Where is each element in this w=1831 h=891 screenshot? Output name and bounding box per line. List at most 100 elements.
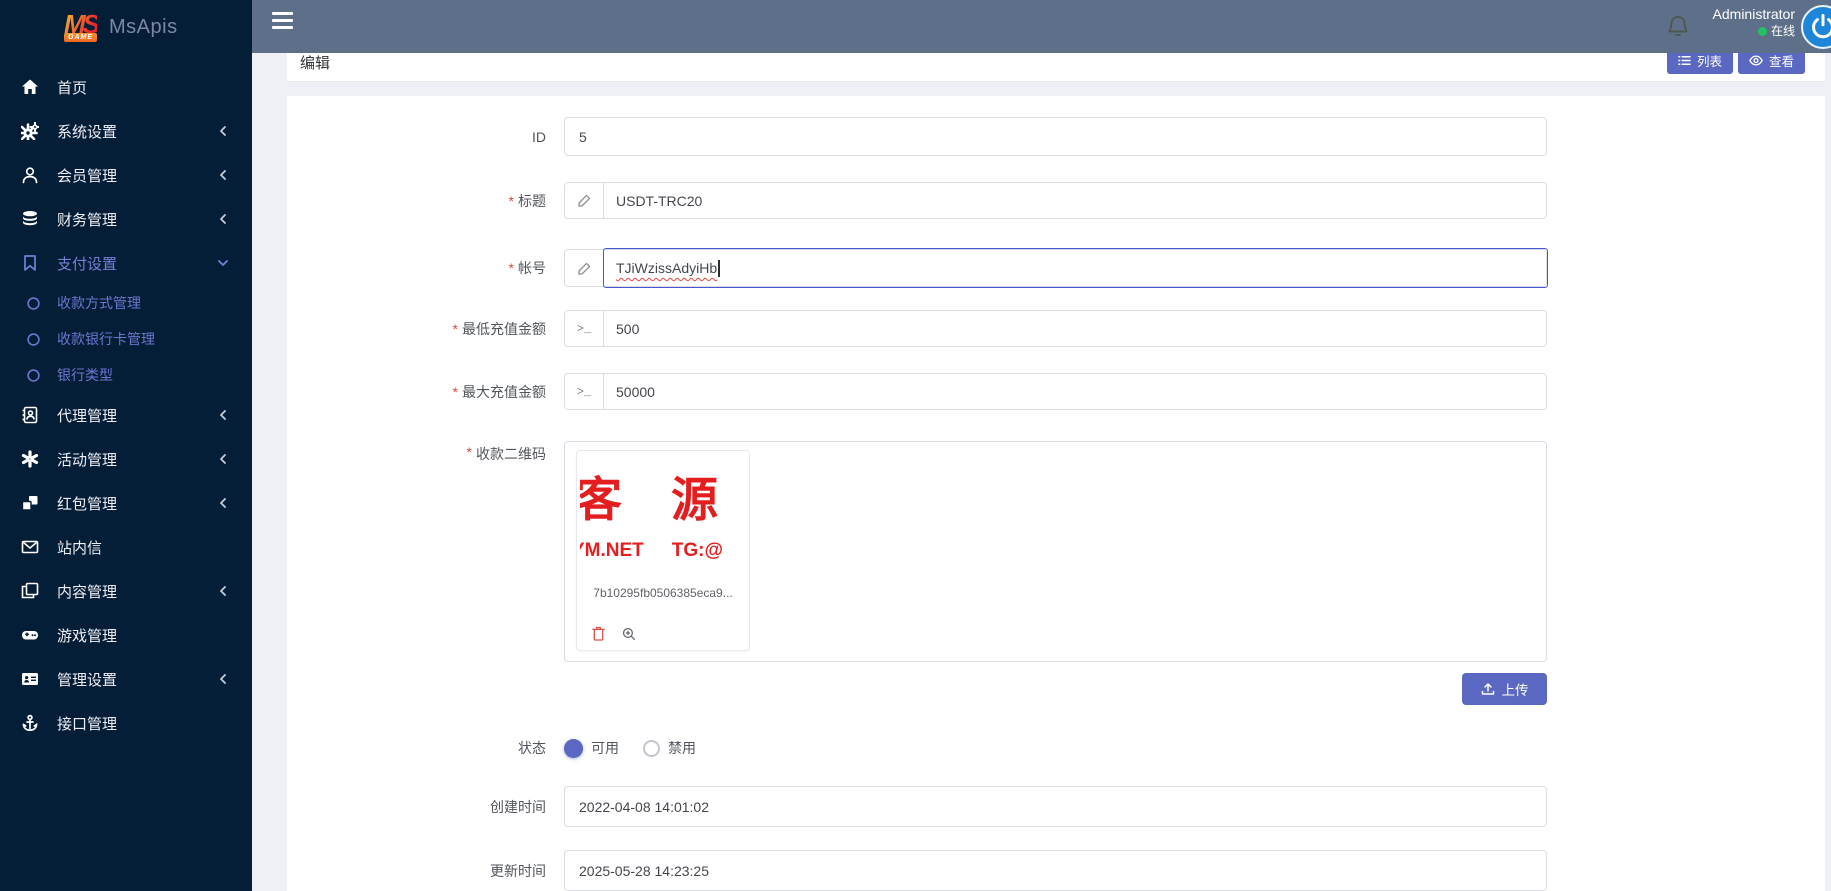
radio-disabled[interactable]: 禁用 bbox=[643, 738, 696, 758]
terminal-icon: >_ bbox=[565, 374, 604, 409]
sidebar-item-label: 内容管理 bbox=[57, 583, 118, 601]
power-avatar-button[interactable] bbox=[1801, 5, 1831, 49]
copy-icon bbox=[21, 582, 39, 600]
id-card-icon bbox=[21, 670, 39, 688]
list-icon bbox=[1678, 54, 1691, 67]
required-asterisk: * bbox=[452, 383, 458, 400]
bookmark-icon bbox=[21, 254, 39, 272]
brand[interactable]: MS GAME MsApis bbox=[0, 0, 252, 55]
logo-ms-text: MS bbox=[64, 9, 100, 39]
sidebar-item-label: 系统设置 bbox=[57, 123, 118, 141]
qrcode-upload-area[interactable]: 客 源 YM.NET TG:@ 7b10295fb0506385eca9... bbox=[564, 441, 1547, 662]
radio-enabled[interactable]: 可用 bbox=[564, 738, 619, 758]
required-asterisk: * bbox=[466, 444, 472, 460]
pencil-icon bbox=[565, 250, 604, 286]
delete-trash-icon[interactable] bbox=[592, 626, 605, 641]
sidebar-subitem-label: 收款银行卡管理 bbox=[57, 331, 155, 347]
sidebar-item-home[interactable]: 首页 bbox=[0, 65, 252, 109]
home-icon bbox=[21, 78, 39, 96]
account-input[interactable]: TJiWzissAdyiHb bbox=[603, 248, 1548, 288]
sidebar-item-payment-settings[interactable]: 支付设置 bbox=[0, 241, 252, 285]
user-block[interactable]: Administrator 在线 bbox=[1713, 5, 1795, 39]
required-asterisk: * bbox=[452, 320, 458, 337]
id-input[interactable]: 5 bbox=[564, 117, 1547, 156]
gamepad-icon bbox=[21, 626, 39, 644]
qrcode-filename: 7b10295fb0506385eca9... bbox=[593, 586, 733, 600]
field-label: * 最大充值金额 bbox=[452, 383, 546, 400]
upload-icon bbox=[1481, 682, 1495, 696]
upload-button[interactable]: 上传 bbox=[1462, 673, 1547, 705]
sidebar-item-activities[interactable]: 活动管理 bbox=[0, 437, 252, 481]
qrcode-preview-card[interactable]: 客 源 YM.NET TG:@ 7b10295fb0506385eca9... bbox=[576, 450, 750, 651]
field-label: 更新时间 bbox=[490, 862, 546, 879]
sidebar-item-label: 接口管理 bbox=[57, 715, 118, 733]
field-label: * 最低充值金额 bbox=[452, 320, 546, 337]
online-status-label: 在线 bbox=[1770, 24, 1795, 38]
field-label: * 收款二维码 bbox=[466, 444, 546, 462]
asterisk-icon bbox=[21, 450, 39, 468]
logo-game-badge: GAME bbox=[64, 33, 97, 42]
database-icon bbox=[21, 210, 39, 228]
sidebar-item-content[interactable]: 内容管理 bbox=[0, 569, 252, 613]
circle-icon bbox=[27, 296, 40, 310]
max-amount-input[interactable]: 50000 bbox=[604, 374, 1546, 409]
chevron-left-icon bbox=[216, 584, 230, 598]
upload-button-label: 上传 bbox=[1501, 683, 1529, 698]
created-time-input[interactable]: 2022-04-08 14:01:02 bbox=[564, 786, 1547, 827]
sidebar-item-api[interactable]: 接口管理 bbox=[0, 701, 252, 745]
field-label: 创建时间 bbox=[490, 798, 546, 815]
zoom-preview-icon[interactable] bbox=[622, 627, 636, 641]
sidebar-item-finance[interactable]: 财务管理 bbox=[0, 197, 252, 241]
page-title: 编辑 bbox=[300, 55, 331, 72]
text-caret bbox=[718, 259, 720, 277]
chevron-left-icon bbox=[216, 452, 230, 466]
sidebar-item-label: 首页 bbox=[57, 79, 88, 97]
circle-icon bbox=[27, 332, 40, 346]
min-amount-input[interactable]: 500 bbox=[604, 311, 1546, 346]
form-row-qrcode: * 收款二维码 客 源 YM.NET TG:@ 7b10295fb0506385… bbox=[287, 441, 1825, 662]
sidebar-nav: 首页 系统设置 会员管理 财务管理 支付设置 收款方式管理 收款银行卡管理 银行… bbox=[0, 55, 252, 745]
sidebar-subitem-bank-cards[interactable]: 收款银行卡管理 bbox=[0, 321, 252, 357]
sidebar-subitem-label: 收款方式管理 bbox=[57, 295, 141, 311]
hamburger-menu-icon[interactable] bbox=[272, 12, 293, 29]
field-label: * 帐号 bbox=[508, 260, 546, 276]
title-input[interactable]: USDT-TRC20 bbox=[604, 183, 1546, 218]
cubes-icon bbox=[21, 494, 39, 512]
sidebar-item-label: 代理管理 bbox=[57, 407, 118, 425]
brand-name: MsApis bbox=[109, 16, 178, 38]
sidebar-item-admin-settings[interactable]: 管理设置 bbox=[0, 657, 252, 701]
sidebar-subitem-bank-types[interactable]: 银行类型 bbox=[0, 357, 252, 393]
chevron-left-icon bbox=[216, 672, 230, 686]
sidebar-item-label: 会员管理 bbox=[57, 167, 118, 185]
chevron-left-icon bbox=[216, 408, 230, 422]
sidebar-item-members[interactable]: 会员管理 bbox=[0, 153, 252, 197]
sidebar-subitem-payment-methods[interactable]: 收款方式管理 bbox=[0, 285, 252, 321]
list-button-label: 列表 bbox=[1696, 54, 1722, 69]
required-asterisk: * bbox=[508, 192, 514, 209]
sidebar: MS GAME MsApis 首页 系统设置 会员管理 财务管理 支付设置 收款… bbox=[0, 0, 252, 891]
top-header: Administrator 在线 bbox=[252, 0, 1831, 53]
chevron-left-icon bbox=[216, 124, 230, 138]
sidebar-item-label: 游戏管理 bbox=[57, 627, 118, 645]
online-status-icon bbox=[1757, 26, 1767, 36]
sidebar-item-system-settings[interactable]: 系统设置 bbox=[0, 109, 252, 153]
sidebar-item-red-packets[interactable]: 红包管理 bbox=[0, 481, 252, 525]
sidebar-item-games[interactable]: 游戏管理 bbox=[0, 613, 252, 657]
circle-icon bbox=[27, 368, 40, 382]
msgame-logo-icon: MS GAME bbox=[64, 9, 100, 42]
form-row-title: * 标题 USDT-TRC20 bbox=[287, 182, 1825, 219]
form-row-status: 状态 可用 禁用 bbox=[287, 733, 1825, 763]
radio-unselected-icon bbox=[643, 739, 660, 757]
form-row-id: ID 5 bbox=[287, 117, 1825, 156]
sidebar-item-site-messages[interactable]: 站内信 bbox=[0, 525, 252, 569]
sidebar-item-label: 财务管理 bbox=[57, 211, 118, 229]
edit-form: ID 5 * 标题 USDT-TRC20 * 帐号 TJiWzissAdyiHb… bbox=[287, 96, 1825, 891]
sidebar-item-agents[interactable]: 代理管理 bbox=[0, 393, 252, 437]
notification-bell-icon[interactable] bbox=[1666, 14, 1690, 40]
terminal-icon: >_ bbox=[565, 311, 604, 346]
user-name: Administrator bbox=[1712, 6, 1795, 22]
sidebar-item-label: 站内信 bbox=[57, 539, 103, 557]
updated-time-input[interactable]: 2025-05-28 14:23:25 bbox=[564, 850, 1547, 891]
anchor-icon bbox=[21, 714, 39, 732]
sidebar-item-label: 支付设置 bbox=[57, 255, 118, 273]
